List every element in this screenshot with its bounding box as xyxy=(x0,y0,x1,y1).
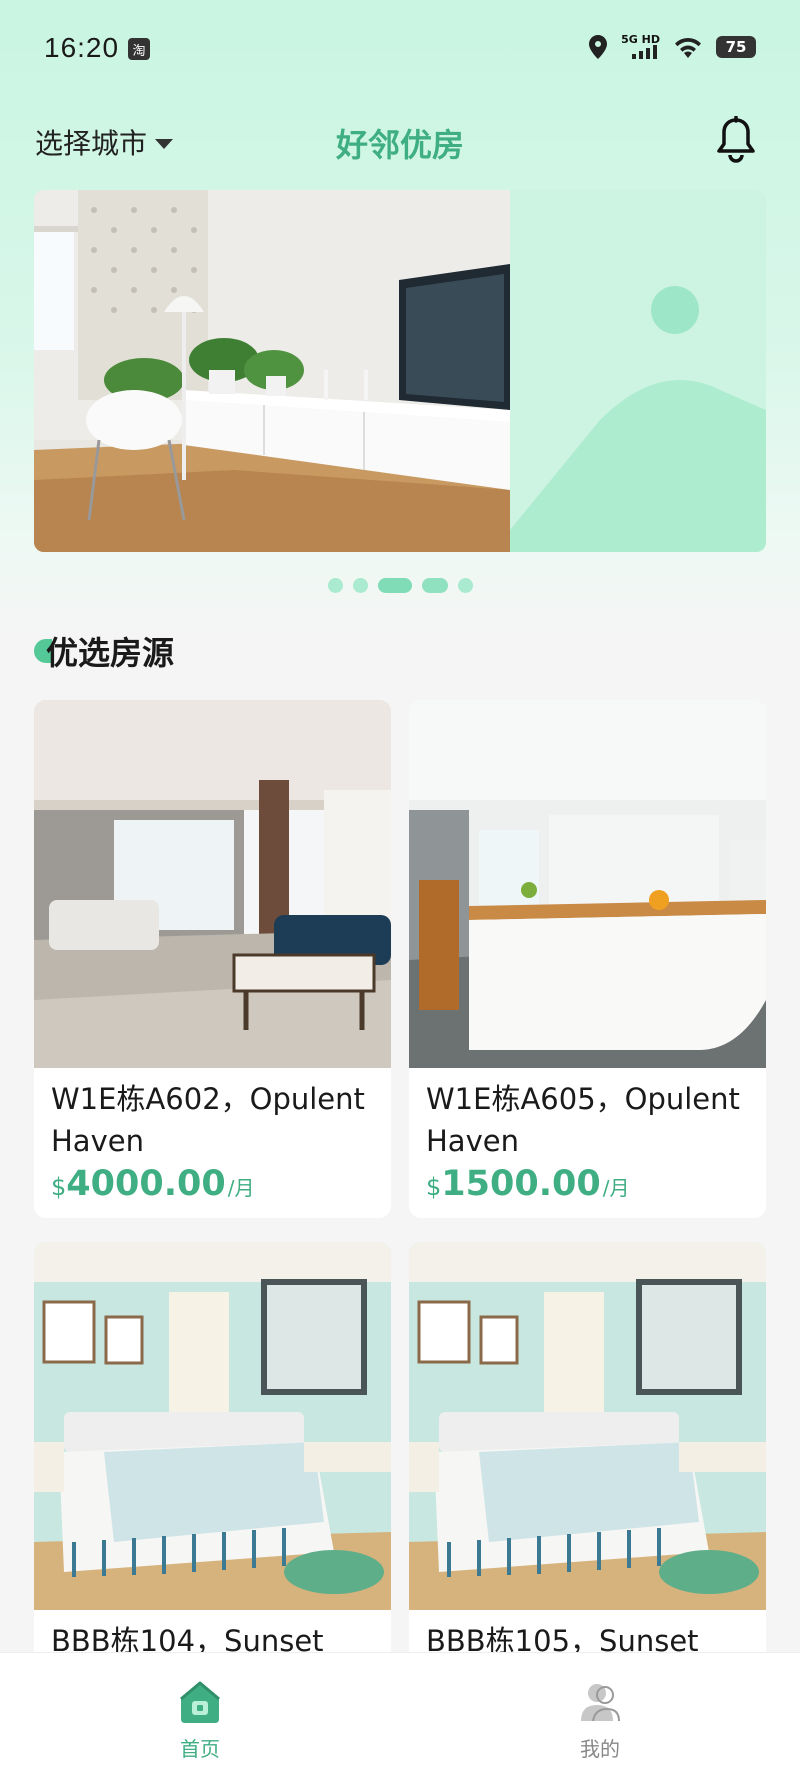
nav-home-label: 首页 xyxy=(180,1737,220,1761)
banner-slide-living-room[interactable] xyxy=(34,190,510,552)
bell-icon[interactable] xyxy=(714,116,758,164)
network-type: 5G HD xyxy=(621,33,660,46)
price-value: 4000.00 xyxy=(66,1164,226,1204)
listing-card[interactable]: BBB栋104，Sunset xyxy=(34,1242,391,1662)
listing-image-bedroom xyxy=(409,1242,766,1610)
app-title: 好邻优房 xyxy=(335,126,464,164)
carousel-dot[interactable] xyxy=(421,578,448,593)
nav-me[interactable]: 我的 xyxy=(540,1679,660,1762)
price-value: 1500.00 xyxy=(441,1164,601,1204)
carousel-dot[interactable] xyxy=(352,578,368,593)
listing-card[interactable]: W1E栋A602，Opulent Haven $ 4000.00 /月 xyxy=(34,700,391,1218)
status-icons: 5G HD 75 xyxy=(589,34,756,59)
section-header: 优选房源 xyxy=(34,628,174,674)
home-icon xyxy=(180,1681,220,1723)
price-unit: /月 xyxy=(602,1176,630,1200)
listing-price: $ 4000.00 /月 xyxy=(34,1162,391,1218)
listing-image-kitchen xyxy=(409,700,766,1068)
carousel-dot-active[interactable] xyxy=(377,578,412,593)
app-notification-icon: 淘 xyxy=(128,38,150,60)
nav-home[interactable]: 首页 xyxy=(140,1679,260,1762)
user-icon xyxy=(581,1684,620,1722)
app-header: 选择城市 好邻优房 xyxy=(0,110,800,174)
price-unit: /月 xyxy=(227,1176,255,1200)
price-currency: $ xyxy=(51,1173,67,1201)
price-currency: $ xyxy=(426,1173,442,1201)
battery-icon: 75 xyxy=(716,35,756,58)
listing-card[interactable]: BBB栋105，Sunset xyxy=(409,1242,766,1662)
listing-image-bedroom xyxy=(34,1242,391,1610)
banner-carousel[interactable] xyxy=(34,190,766,552)
listing-card[interactable]: W1E栋A605，Opulent Haven $ 1500.00 /月 xyxy=(409,700,766,1218)
bottom-nav: 首页 我的 xyxy=(0,1652,800,1778)
wifi-icon xyxy=(675,37,701,58)
nav-me-label: 我的 xyxy=(580,1737,620,1761)
carousel-dot[interactable] xyxy=(327,578,343,593)
listing-image-living-room xyxy=(34,700,391,1068)
location-icon xyxy=(589,34,608,59)
signal-icon: 5G HD xyxy=(621,34,660,59)
listing-price: $ 1500.00 /月 xyxy=(409,1162,766,1218)
carousel-indicator xyxy=(0,578,800,593)
status-time: 16:20 xyxy=(44,32,120,63)
status-bar: 16:20 淘 5G HD 75 xyxy=(0,0,800,100)
carousel-dot[interactable] xyxy=(457,578,473,593)
listing-title: W1E栋A605，Opulent Haven xyxy=(426,1082,740,1158)
section-title: 优选房源 xyxy=(46,634,175,672)
banner-slide-placeholder[interactable] xyxy=(510,190,766,552)
listing-title: W1E栋A602，Opulent Haven xyxy=(51,1082,365,1158)
